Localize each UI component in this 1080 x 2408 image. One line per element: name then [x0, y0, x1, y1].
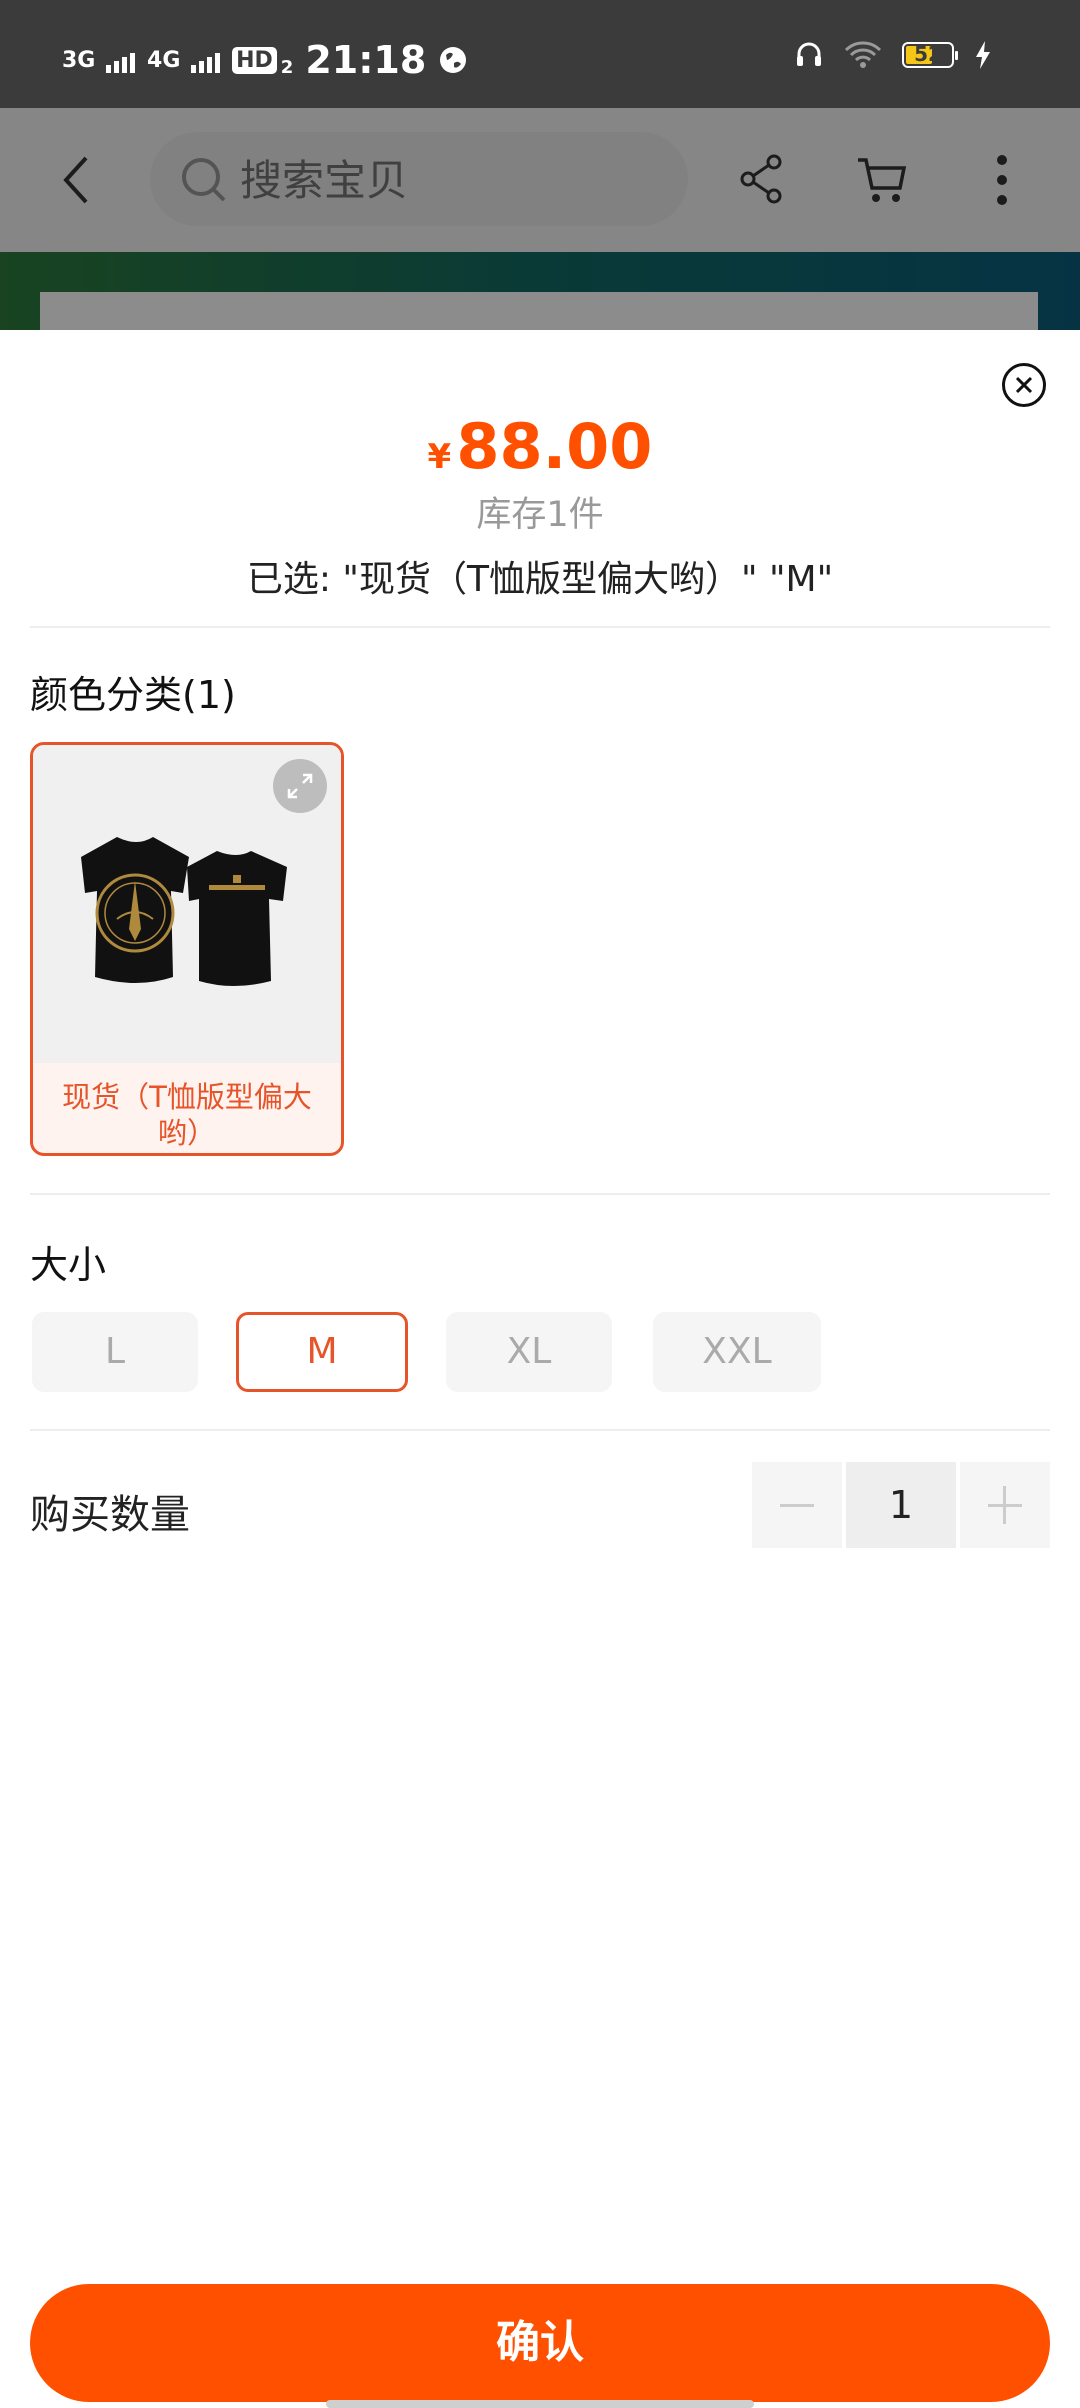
increase-quantity-button[interactable] [960, 1462, 1050, 1548]
confirm-button[interactable]: 确认 [30, 2284, 1050, 2402]
size-section-title: 大小 [30, 1243, 107, 1287]
expand-image-button[interactable] [273, 759, 327, 813]
decrease-quantity-button[interactable] [752, 1462, 842, 1548]
dim-overlay[interactable] [0, 108, 1080, 332]
battery-level: 52 [914, 42, 942, 66]
currency-symbol: ¥ [427, 437, 452, 477]
color-option-card[interactable]: 现货（T恤版型偏大哟） [30, 742, 344, 1156]
headphones-icon [797, 42, 821, 66]
hd-voice-sub: 2 [280, 56, 294, 78]
stock-count: 库存1件 [476, 495, 604, 535]
vpn-globe-icon [440, 47, 467, 73]
product-image [33, 745, 341, 1063]
signal-3g-icon: 3G [62, 47, 136, 73]
net-4g-label: 4G [147, 47, 181, 73]
quantity-label: 购买数量 [30, 1492, 190, 1538]
home-indicator[interactable] [326, 2400, 754, 2408]
close-button[interactable] [1002, 363, 1046, 407]
divider [30, 626, 1050, 628]
size-option-l[interactable]: L [32, 1312, 198, 1392]
close-icon [1015, 376, 1033, 394]
quantity-stepper: 1 [752, 1462, 1050, 1548]
charging-bolt-icon [976, 41, 990, 69]
selected-summary: 已选: "现货（T恤版型偏大哟）" "M" [246, 559, 834, 600]
quantity-value[interactable]: 1 [846, 1462, 956, 1548]
size-option-xl[interactable]: XL [446, 1312, 612, 1392]
price-value: 88.00 [456, 410, 653, 483]
net-3g-label: 3G [62, 47, 96, 73]
size-option-m[interactable]: M [236, 1312, 408, 1392]
signal-4g-icon: 4G [147, 47, 221, 73]
clock: 21:18 [305, 38, 427, 82]
price: ¥ 88.00 [0, 410, 1080, 483]
hd-voice-icon: HD [232, 46, 277, 74]
divider [30, 1429, 1050, 1431]
status-right: 52 [794, 40, 992, 70]
status-left: 3G 4G HD 2 21:18 [62, 38, 468, 82]
color-section-title: 颜色分类(1) [30, 673, 236, 717]
size-option-xxl[interactable]: XXL [653, 1312, 821, 1392]
wifi-icon [844, 41, 882, 68]
divider [30, 1193, 1050, 1195]
battery-icon: 52 [902, 42, 958, 68]
expand-icon [287, 773, 313, 799]
color-option-label: 现货（T恤版型偏大哟） [62, 1080, 312, 1150]
status-bar: 3G 4G HD 2 21:18 52 [0, 0, 1080, 108]
